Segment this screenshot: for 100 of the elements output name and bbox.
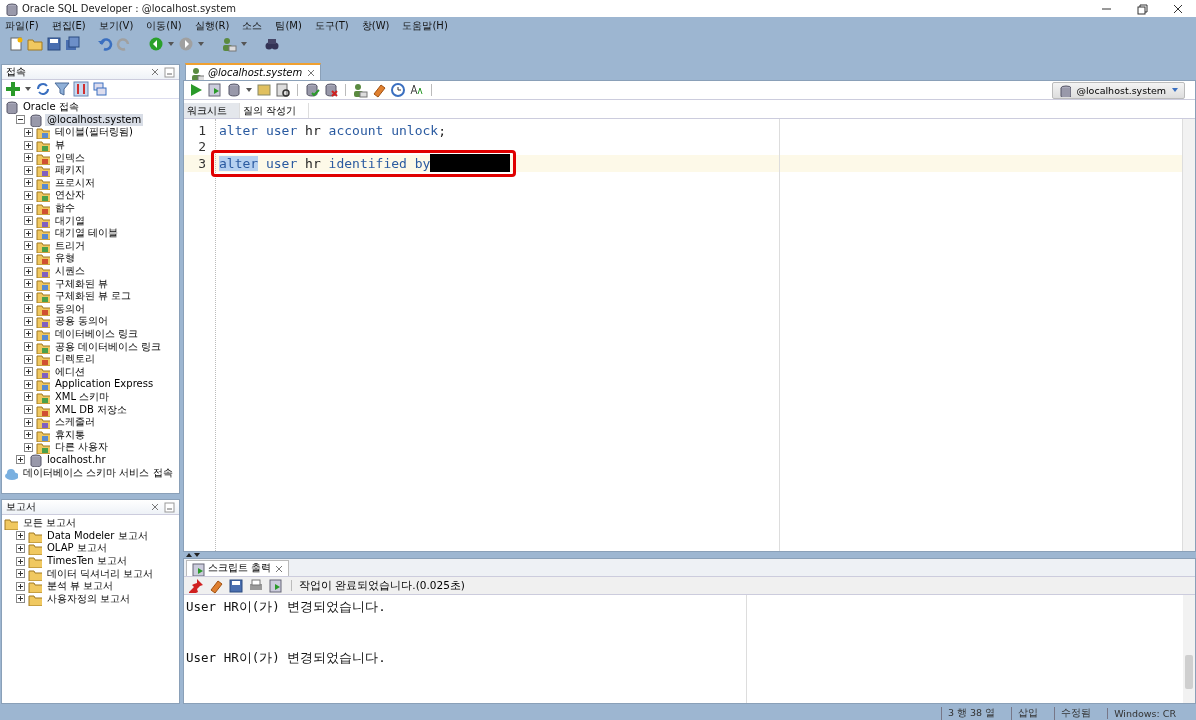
expand-icon[interactable] <box>24 279 33 289</box>
expand-icon[interactable] <box>24 417 33 427</box>
expand-icon[interactable] <box>24 241 33 251</box>
expand-icon[interactable] <box>24 316 33 326</box>
tree-item[interactable]: XML DB 저장소 <box>53 403 129 416</box>
expand-icon[interactable] <box>24 253 33 263</box>
menu-item[interactable]: 소스 <box>242 18 263 33</box>
expand-icon[interactable] <box>24 405 33 415</box>
tree-item[interactable]: 에디션 <box>53 365 87 378</box>
expand-icon[interactable] <box>24 430 33 440</box>
new-file-icon[interactable] <box>8 36 24 52</box>
caret-icon[interactable] <box>167 40 175 48</box>
tree-item[interactable]: 휴지통 <box>53 428 87 441</box>
tree-item[interactable]: 인덱스 <box>53 151 87 164</box>
expand-icon[interactable] <box>24 354 33 364</box>
tree-item[interactable]: 디렉토리 <box>53 353 97 366</box>
tree-item[interactable]: OLAP 보고서 <box>45 542 109 555</box>
connection-dropdown[interactable]: @localhost.system <box>1052 81 1185 99</box>
restore-icon[interactable] <box>1136 2 1148 15</box>
expand-icon[interactable] <box>24 442 33 452</box>
back-icon[interactable] <box>148 36 164 52</box>
splitter-arrows-icon[interactable] <box>185 552 201 558</box>
expand-icon[interactable] <box>24 153 33 163</box>
tree-item[interactable]: 공용 데이터베이스 링크 <box>53 340 164 353</box>
expand-icon[interactable] <box>24 165 33 175</box>
menu-item[interactable]: 편집(E) <box>51 18 86 33</box>
sub-tab[interactable]: 워크시트 <box>184 103 240 118</box>
menu-item[interactable]: 파일(F) <box>5 18 39 33</box>
run-script-icon[interactable] <box>207 82 223 98</box>
tree-item[interactable]: 데이터 딕셔너리 보고서 <box>45 567 156 580</box>
tree-item[interactable]: 대기열 <box>53 214 87 227</box>
tree-item[interactable]: 패키지 <box>53 164 87 177</box>
menu-item[interactable]: 창(W) <box>361 18 390 33</box>
tree-item[interactable]: 공용 동의어 <box>53 315 111 328</box>
expand-icon[interactable] <box>24 379 33 389</box>
expand-icon[interactable] <box>24 228 33 238</box>
pin-icon[interactable] <box>188 577 204 594</box>
tree-item[interactable]: 뷰 <box>53 139 67 152</box>
expand-icon[interactable] <box>24 329 33 339</box>
tree-item[interactable]: 유형 <box>53 252 77 265</box>
expand-icon[interactable] <box>16 544 25 553</box>
forward-icon[interactable] <box>178 36 194 52</box>
tree-item[interactable]: 다른 사용자 <box>53 441 111 454</box>
script-icon[interactable] <box>268 577 284 594</box>
expand-icon[interactable] <box>16 556 25 566</box>
scrollbar[interactable] <box>1182 119 1195 551</box>
tree-item[interactable]: localhost.hr <box>45 453 108 466</box>
eraser-icon[interactable] <box>371 82 387 98</box>
binoculars-icon[interactable] <box>264 36 280 52</box>
menu-item[interactable]: 도움말(H) <box>402 18 448 33</box>
expand-icon[interactable] <box>24 304 33 314</box>
scrollbar[interactable] <box>1183 595 1195 703</box>
expand-icon[interactable] <box>24 140 33 150</box>
editor-tab[interactable]: @localhost.system <box>185 63 322 80</box>
tree-item[interactable]: 동의어 <box>53 302 87 315</box>
windows-icon[interactable] <box>92 81 108 97</box>
add-icon[interactable] <box>5 81 21 97</box>
menu-item[interactable]: 팀(M) <box>275 18 302 33</box>
expand-icon[interactable] <box>24 178 33 188</box>
expand-icon[interactable] <box>24 216 33 226</box>
tree-item[interactable]: 대기열 테이블 <box>53 227 121 240</box>
refresh-icon[interactable] <box>35 81 51 97</box>
sub-tab[interactable]: 질의 작성기 <box>240 103 310 118</box>
caret-icon[interactable] <box>197 40 205 48</box>
close-icon[interactable] <box>1172 2 1184 15</box>
tree-item[interactable]: 테이블(필터링됨) <box>53 126 135 139</box>
menu-item[interactable]: 실행(R) <box>194 18 230 33</box>
tree-item[interactable]: 모든 보고서 <box>21 517 79 530</box>
rollback-icon[interactable] <box>323 82 339 98</box>
save-icon[interactable] <box>228 577 244 594</box>
expand-icon[interactable] <box>16 581 25 591</box>
tree-item[interactable]: TimesTen 보고서 <box>45 555 129 568</box>
tree-item[interactable]: 스케줄러 <box>53 416 97 429</box>
tree-item[interactable]: Application Express <box>53 378 156 391</box>
tree-item[interactable]: 사용자정의 보고서 <box>45 592 133 605</box>
save-icon[interactable] <box>46 36 62 52</box>
caret-icon[interactable] <box>24 85 32 93</box>
tree-item[interactable]: XML 스키마 <box>53 390 112 403</box>
tree-item[interactable]: 트리거 <box>53 239 87 252</box>
tree-item[interactable]: 시퀀스 <box>53 265 87 277</box>
expand-icon[interactable] <box>16 569 25 579</box>
expand-icon[interactable] <box>24 128 33 137</box>
database-icon[interactable] <box>226 82 242 98</box>
expand-icon[interactable] <box>16 455 25 465</box>
expand-icon[interactable] <box>16 594 25 604</box>
commit-icon[interactable] <box>304 82 320 98</box>
expand-icon[interactable] <box>16 531 25 541</box>
tree-item[interactable]: 구체화된 뷰 <box>53 277 111 290</box>
tree-item[interactable]: 데이터베이스 링크 <box>53 328 141 340</box>
tree-item[interactable]: 분석 뷰 보고서 <box>45 580 116 593</box>
collapse-icon[interactable] <box>16 115 25 125</box>
run-icon[interactable] <box>188 82 204 98</box>
people-icon[interactable] <box>352 82 368 98</box>
tree-item[interactable]: 연산자 <box>53 189 87 202</box>
history-icon[interactable] <box>390 82 406 98</box>
menu-item[interactable]: 이동(N) <box>146 18 182 33</box>
save-all-icon[interactable] <box>65 36 81 52</box>
expand-icon[interactable] <box>24 266 33 276</box>
expand-icon[interactable] <box>24 203 33 213</box>
tree-item[interactable]: 함수 <box>53 202 77 215</box>
